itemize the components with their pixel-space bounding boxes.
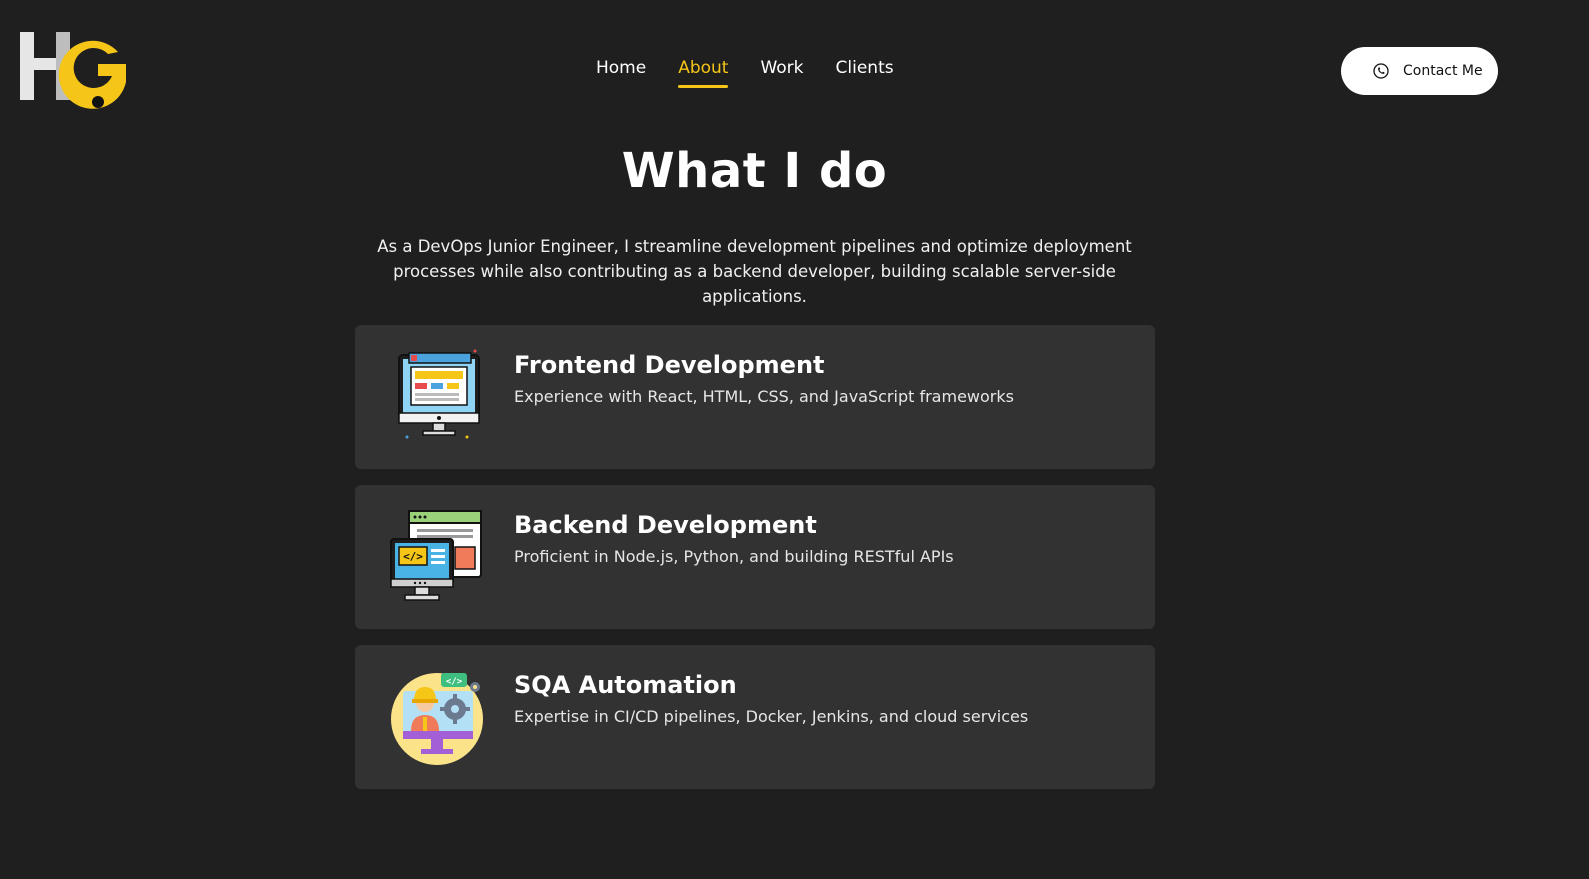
phone-icon [1373, 63, 1389, 79]
contact-me-label: Contact Me [1403, 63, 1483, 79]
main-nav: Home About Work Clients [596, 58, 926, 88]
section-description: As a DevOps Junior Engineer, I streamlin… [377, 237, 1132, 306]
service-card-frontend: Frontend Development Experience with Rea… [355, 325, 1155, 469]
service-card-backend: </> Backend Development Proficient in No… [355, 485, 1155, 629]
engineer-gear-icon: </> [391, 673, 483, 765]
service-description: Proficient in Node.js, Python, and build… [514, 547, 954, 566]
service-title: SQA Automation [514, 671, 737, 699]
nav-home[interactable]: Home [596, 58, 646, 88]
contact-me-button[interactable]: Contact Me [1341, 47, 1498, 95]
nav-about[interactable]: About [678, 58, 729, 88]
service-card-sqa: </> SQA Automation Expertise in CI/CD pi… [355, 645, 1155, 789]
service-description: Expertise in CI/CD pipelines, Docker, Je… [514, 707, 1029, 726]
monitor-web-icon [398, 349, 480, 439]
page: Home About Work Clients Contact Me What … [0, 0, 1589, 879]
service-title: Frontend Development [514, 351, 825, 379]
svg-text:</>: </> [403, 550, 423, 563]
svg-text:</>: </> [446, 677, 463, 687]
section-title: What I do [621, 143, 888, 199]
service-title: Backend Development [514, 511, 817, 539]
service-description: Experience with React, HTML, CSS, and Ja… [514, 387, 1014, 406]
nav-clients[interactable]: Clients [836, 58, 894, 88]
nav-work[interactable]: Work [760, 58, 803, 88]
code-window-icon: </> [390, 510, 482, 601]
hg-logo[interactable] [18, 28, 133, 112]
